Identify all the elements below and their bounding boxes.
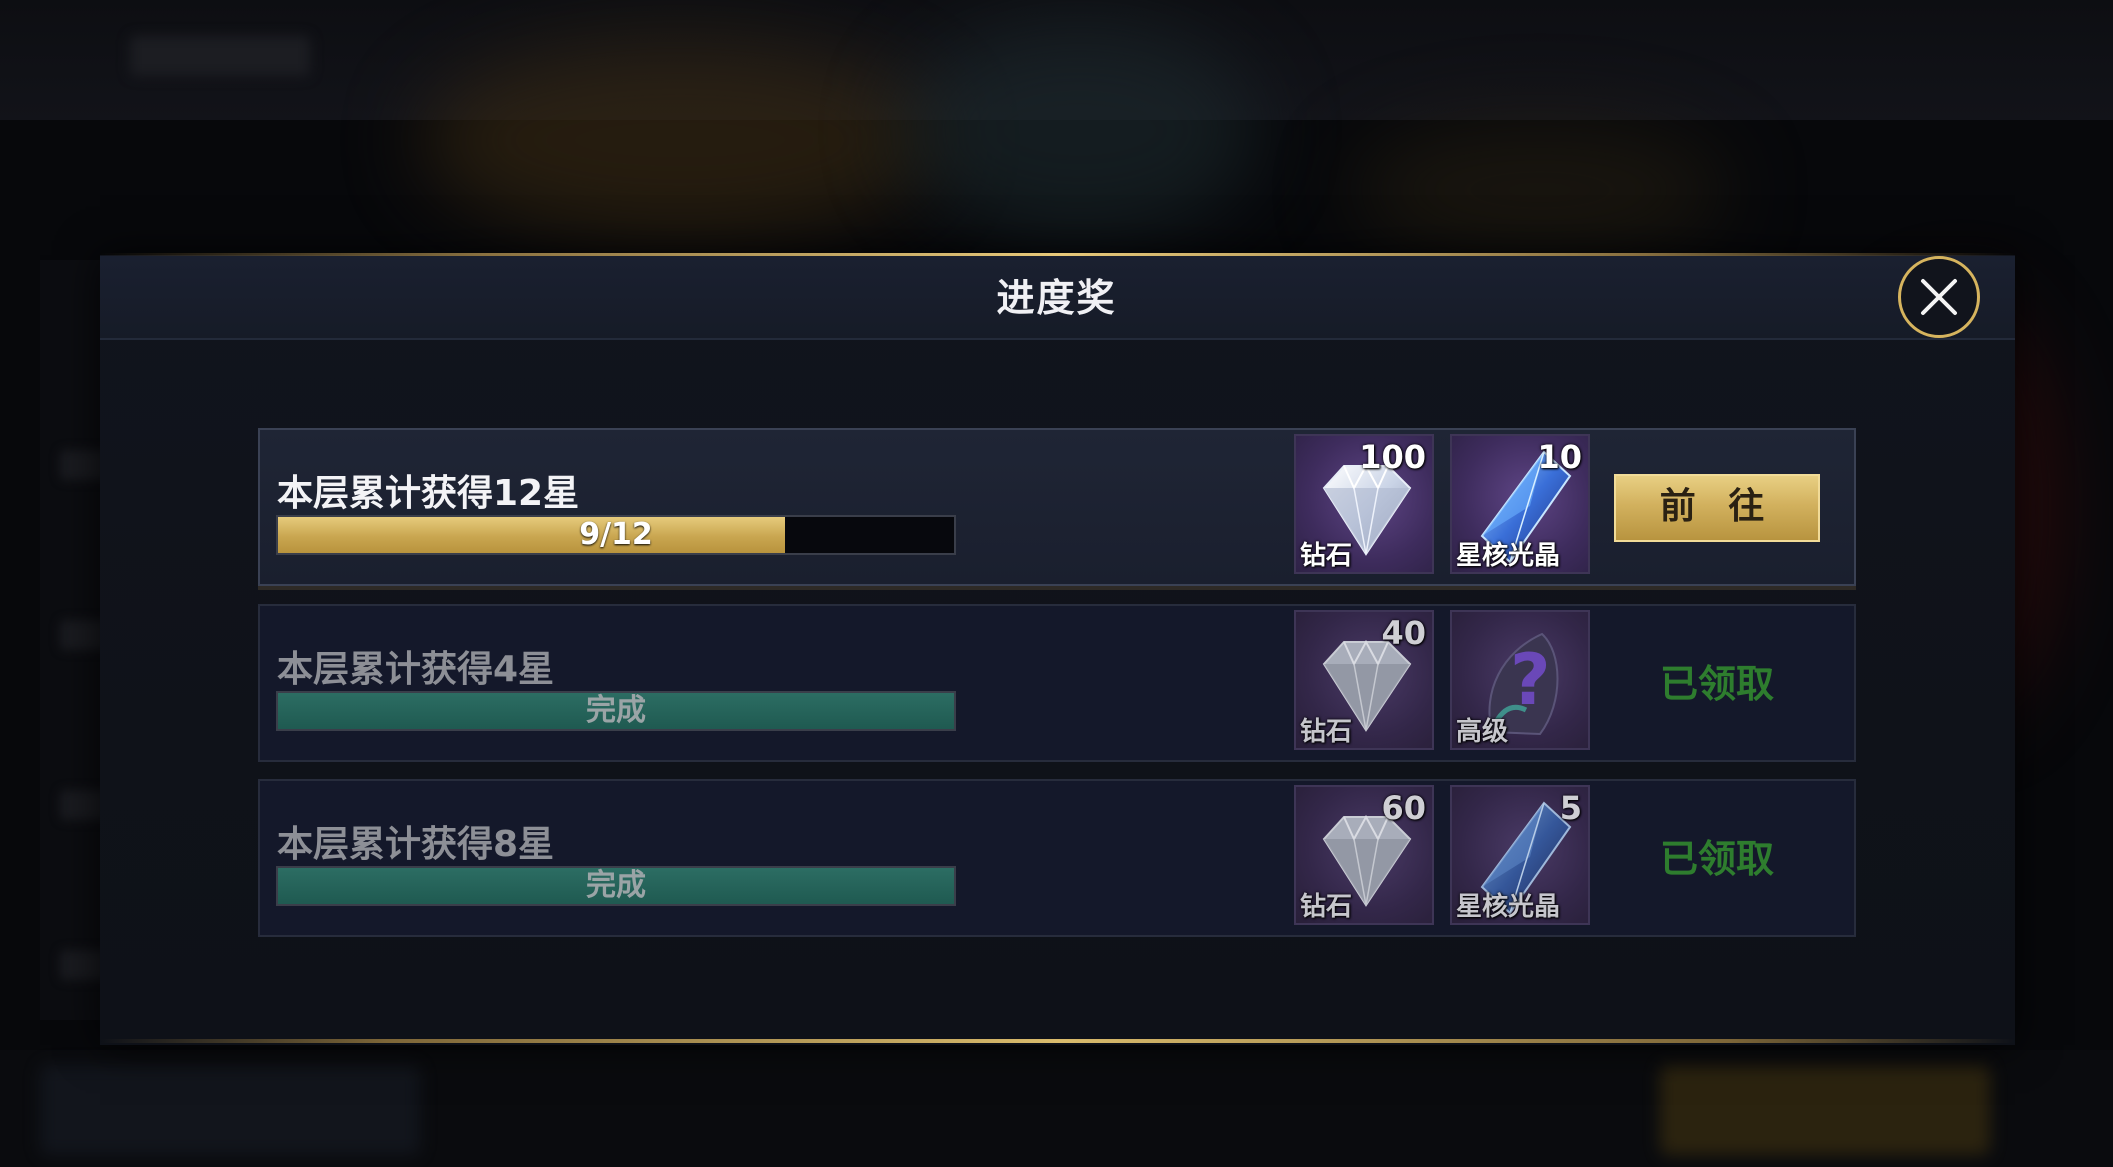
reward-item-diamond[interactable]: 100 钻石	[1294, 434, 1434, 574]
dialog-title: 进度奖	[996, 276, 1117, 320]
reward-name: 星核光晶	[1456, 541, 1561, 571]
row-goal-label: 本层累计获得4星	[277, 649, 555, 690]
reward-item-diamond[interactable]: 40 钻石	[1294, 610, 1434, 750]
background-bottom-button	[1660, 1065, 1990, 1155]
reward-count: 10	[1537, 438, 1582, 476]
reward-item-mystery[interactable]: ? 高级	[1450, 610, 1590, 750]
reward-name: 高级	[1456, 717, 1509, 747]
reward-item-star-core-crystal[interactable]: 10 星核光晶	[1450, 434, 1590, 574]
dialog-bottom-border	[100, 1039, 2015, 1043]
progress-text: 完成	[586, 868, 646, 903]
background-glow	[420, 40, 940, 240]
reward-row: 本层累计获得4星 完成 40 钻石 ? 高级 已领取	[258, 604, 1856, 762]
reward-item-star-core-crystal[interactable]: 5 星核光晶	[1450, 785, 1590, 925]
reward-item-diamond[interactable]: 60 钻石	[1294, 785, 1434, 925]
background-glow	[900, 20, 1260, 240]
background-title-blur	[130, 36, 310, 76]
reward-count: 40	[1381, 614, 1426, 652]
reward-count: 5	[1559, 789, 1582, 827]
background-bottom-button	[40, 1065, 420, 1155]
reward-name: 星核光晶	[1456, 892, 1561, 922]
claimed-status: 已领取	[1659, 662, 1774, 706]
close-button[interactable]	[1898, 256, 1980, 338]
reward-name: 钻石	[1300, 717, 1353, 747]
reward-count: 60	[1381, 789, 1426, 827]
claimed-status: 已领取	[1659, 837, 1774, 881]
progress-bar: 9/12	[276, 515, 956, 555]
progress-bar: 完成	[276, 866, 956, 906]
reward-name: 钻石	[1300, 892, 1353, 922]
close-icon	[1921, 279, 1957, 315]
progress-text: 9/12	[579, 517, 653, 552]
reward-row: 本层累计获得8星 完成 60 钻石 5 星核光晶 已领取	[258, 779, 1856, 937]
reward-count: 100	[1359, 438, 1426, 476]
progress-bar: 完成	[276, 691, 956, 731]
reward-name: 钻石	[1300, 541, 1353, 571]
go-button[interactable]: 前 往	[1614, 474, 1820, 542]
row-goal-label: 本层累计获得12星	[277, 473, 580, 514]
row-goal-label: 本层累计获得8星	[277, 824, 555, 865]
reward-row: 本层累计获得12星 9/12 100 钻石 10 星核光晶 前 往	[258, 428, 1856, 586]
background-glow	[1350, 120, 1730, 260]
progress-text: 完成	[586, 693, 646, 728]
